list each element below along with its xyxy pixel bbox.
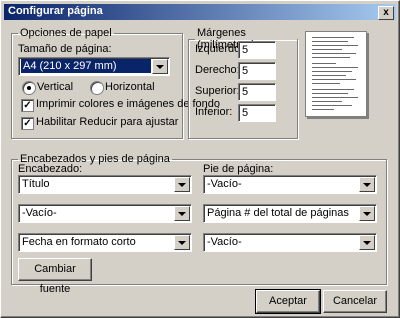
preview-text-line xyxy=(312,71,352,72)
preview-text-line xyxy=(312,89,354,90)
footer-select-3[interactable]: -Vacío- xyxy=(203,233,377,252)
preview-text-line xyxy=(312,41,348,42)
margin-right-label: Derecho: xyxy=(195,64,240,76)
close-button[interactable]: x xyxy=(378,6,394,20)
print-backgrounds-checkbox[interactable]: ✓ xyxy=(21,99,34,112)
chevron-down-icon[interactable] xyxy=(152,59,168,74)
cancel-button[interactable]: Cancelar xyxy=(323,290,387,313)
preview-text-line xyxy=(312,63,336,64)
margin-bottom-label: Inferior: xyxy=(195,106,233,118)
paper-options-legend: Opciones de papel xyxy=(20,27,112,39)
margin-bottom-input[interactable]: 5 xyxy=(238,104,276,122)
preview-text-line xyxy=(312,75,346,76)
preview-text-line xyxy=(312,93,348,94)
page-setup-dialog: Configurar página x Opciones de papel Ta… xyxy=(0,0,400,318)
preview-text-line xyxy=(312,49,342,50)
preview-text-line xyxy=(312,101,342,102)
window-title: Configurar página xyxy=(8,5,103,17)
chevron-down-icon[interactable] xyxy=(359,206,375,221)
chevron-down-icon[interactable] xyxy=(359,235,375,250)
margin-left-label: Izquierdo: xyxy=(195,43,244,55)
chevron-down-icon[interactable] xyxy=(174,206,190,221)
preview-text-line xyxy=(312,97,358,98)
preview-text-line xyxy=(312,37,354,38)
margin-top-label: Superior: xyxy=(195,85,240,97)
preview-text-line xyxy=(312,83,340,84)
footer-select-2[interactable]: Página # del total de páginas xyxy=(203,204,377,223)
shrink-to-fit-label[interactable]: Habilitar Reducir para ajustar xyxy=(36,116,178,128)
header-label: Encabezado: xyxy=(18,163,83,175)
title-bar[interactable]: Configurar página x xyxy=(4,4,396,20)
margin-top-input[interactable]: 5 xyxy=(238,83,276,101)
orientation-horizontal-label[interactable]: Horizontal xyxy=(105,81,155,93)
page-size-label: Tamaño de página: xyxy=(18,43,112,55)
preview-text-line xyxy=(312,53,356,54)
header-select-3[interactable]: Fecha en formato corto xyxy=(18,233,192,252)
header-select-2[interactable]: -Vacío- xyxy=(18,204,192,223)
orientation-vertical-radio[interactable] xyxy=(22,81,36,95)
preview-text-line xyxy=(312,105,352,106)
preview-text-line xyxy=(312,57,350,58)
margin-left-input[interactable]: 5 xyxy=(238,41,276,59)
change-font-button[interactable]: Cambiar fuente xyxy=(18,258,92,295)
chevron-down-icon[interactable] xyxy=(359,177,375,192)
preview-text-line xyxy=(312,79,356,80)
footer-label: Pie de página: xyxy=(203,163,274,175)
header-select-1[interactable]: Título xyxy=(18,175,192,194)
margin-right-input[interactable]: 5 xyxy=(238,62,276,80)
preview-text-line xyxy=(312,45,358,46)
page-preview xyxy=(305,31,367,117)
page-size-select[interactable]: A4 (210 x 297 mm) xyxy=(18,57,170,76)
orientation-horizontal-radio[interactable] xyxy=(90,81,104,95)
chevron-down-icon[interactable] xyxy=(174,177,190,192)
page-size-value: A4 (210 x 297 mm) xyxy=(21,59,151,73)
footer-select-1[interactable]: -Vacío- xyxy=(203,175,377,194)
preview-text-line xyxy=(312,67,358,68)
preview-text-line xyxy=(312,109,334,110)
ok-button[interactable]: Aceptar xyxy=(255,289,321,314)
orientation-vertical-label[interactable]: Vertical xyxy=(37,81,73,93)
shrink-to-fit-checkbox[interactable]: ✓ xyxy=(21,117,34,130)
chevron-down-icon[interactable] xyxy=(174,235,190,250)
